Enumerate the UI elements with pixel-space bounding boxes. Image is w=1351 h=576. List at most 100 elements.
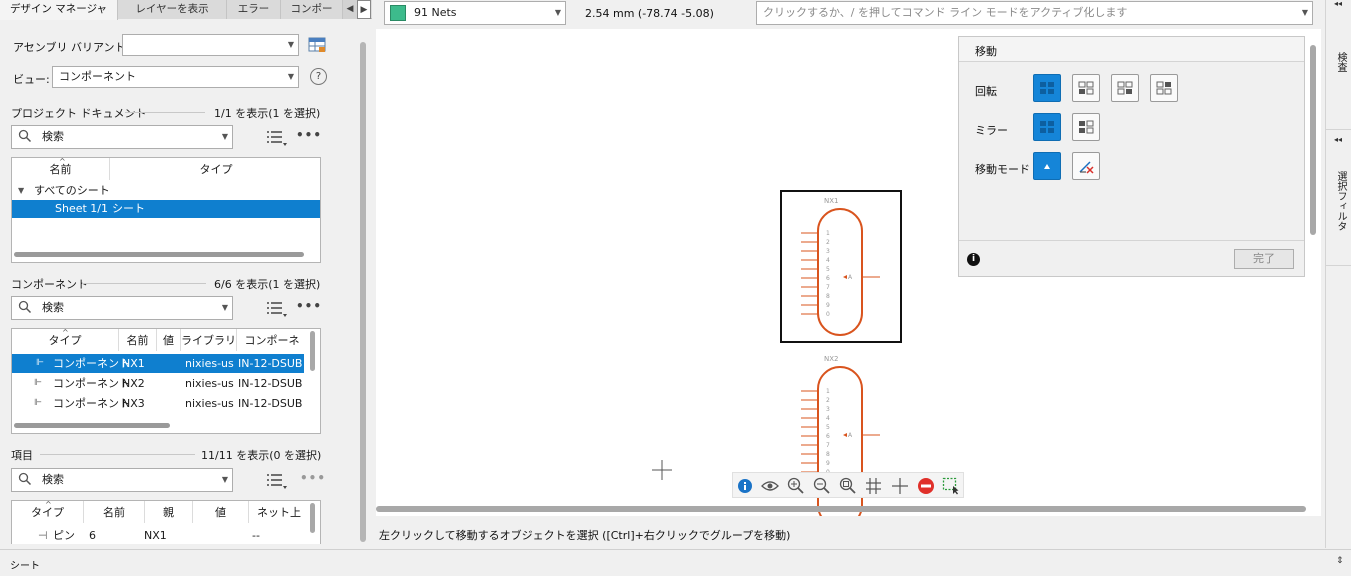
tab-errors[interactable]: エラー — [227, 0, 281, 19]
items-vscroll[interactable] — [310, 503, 315, 533]
info-icon[interactable] — [737, 478, 753, 494]
panel-divider — [959, 240, 1304, 241]
status-hint: 左クリックして移動するオブジェクトを選択 ([Ctrl]+右クリックでグループを… — [379, 529, 791, 542]
component-row[interactable]: ⊩ コンポーネント NX2 nixies-us IN-12-DSUB — [12, 374, 304, 393]
zoom-in-icon[interactable] — [787, 477, 805, 495]
bottom-tab-sheet[interactable]: シート — [10, 557, 40, 572]
tab-scroll-left-icon[interactable]: ◀ — [343, 0, 357, 19]
canvas-hscroll[interactable] — [376, 506, 1306, 512]
grid-icon[interactable] — [865, 477, 883, 495]
column-header-parent[interactable]: 親 — [145, 501, 193, 523]
nixie-tube-symbol[interactable]: 1 2 3 4 5 6 7 8 9 0 A — [796, 207, 886, 339]
canvas-vscroll[interactable] — [1310, 45, 1316, 235]
chevron-down-icon: ▼ — [287, 72, 294, 81]
move-mode-label: 移動モード — [975, 163, 1030, 176]
view-select[interactable]: コンポーネント ▼ — [52, 66, 299, 88]
tab-design-manager[interactable]: デザイン マネージャ — [0, 0, 118, 20]
column-header-value[interactable]: 値 — [157, 329, 181, 351]
move-panel-header — [959, 37, 1304, 62]
components-table: タイプ ^ 名前 値 ライブラリ コンポーネ ⊩ コンポーネント NX1 nix… — [11, 328, 321, 434]
sheet-row[interactable]: Sheet 1/1 シート — [12, 200, 320, 218]
tab-components[interactable]: コンポー — [281, 0, 343, 19]
components-hscroll[interactable] — [14, 423, 170, 428]
more-options-icon[interactable]: ••• — [296, 127, 322, 143]
mirror-label: ミラー — [975, 124, 1008, 137]
svg-text:3: 3 — [826, 248, 830, 255]
part-reference: NX2 — [824, 355, 839, 363]
column-header-type[interactable]: タイプ — [110, 158, 320, 180]
column-header-name[interactable]: 名前 — [119, 329, 157, 351]
more-options-icon[interactable]: ••• — [300, 470, 326, 486]
components-search[interactable]: 検索 ▼ — [11, 296, 233, 320]
column-header-name[interactable]: 名前 — [84, 501, 145, 523]
items-search[interactable]: 検索 ▼ — [11, 468, 233, 492]
list-view-icon[interactable] — [266, 472, 288, 494]
item-row[interactable]: ⊣ ピン 6 NX1 -- — [12, 526, 304, 544]
svg-text:5: 5 — [826, 424, 830, 431]
chevron-down-icon: ▼ — [221, 132, 228, 141]
tree-collapse-icon[interactable]: ▼ — [18, 183, 24, 199]
list-view-icon[interactable] — [266, 129, 288, 151]
tree-root-row[interactable]: ▼ すべてのシート — [12, 183, 320, 199]
assembly-variant-label: アセンブリ バリアント: — [13, 41, 130, 54]
section-divider — [82, 283, 206, 284]
tab-scroll-right-icon[interactable]: ▶ — [357, 0, 371, 19]
column-header-library[interactable]: ライブラリ — [181, 329, 237, 351]
move-mode-detach-button[interactable] — [1072, 152, 1100, 180]
list-view-icon[interactable] — [266, 300, 288, 322]
inspect-dock-tab[interactable]: ◂◂ 検査 — [1326, 0, 1351, 130]
component-type-icon: ⊩ — [34, 378, 42, 388]
net-class-select[interactable]: 91 Nets ▼ — [384, 1, 566, 25]
collapse-left-icon[interactable]: ◂◂ — [1334, 135, 1342, 144]
left-panel-scrollbar[interactable] — [360, 42, 366, 542]
column-header-net[interactable]: ネット上 — [249, 501, 309, 523]
svg-text:1: 1 — [826, 230, 830, 237]
command-line-input[interactable]: クリックするか、/ を押してコマンド ライン モードをアクティブ化します ▼ — [756, 1, 1313, 25]
chevron-down-icon: ▼ — [287, 40, 294, 49]
rotate-90-button[interactable] — [1072, 74, 1100, 102]
info-icon[interactable]: i — [967, 253, 980, 266]
rotate-label: 回転 — [975, 85, 997, 98]
done-button[interactable]: 完了 — [1234, 249, 1294, 269]
project-docs-hscroll[interactable] — [14, 252, 304, 257]
variant-table-icon[interactable] — [308, 37, 326, 57]
svg-text:8: 8 — [826, 293, 830, 300]
tab-layer-view[interactable]: レイヤーを表示 — [118, 0, 227, 19]
more-options-icon[interactable]: ••• — [296, 298, 322, 314]
items-title: 項目 — [11, 449, 33, 462]
svg-text:4: 4 — [826, 415, 830, 422]
collapse-left-icon[interactable]: ◂◂ — [1334, 0, 1342, 8]
select-area-icon[interactable] — [942, 477, 960, 495]
stop-icon[interactable] — [917, 477, 935, 495]
mirror-none-button[interactable] — [1033, 113, 1061, 141]
zoom-out-icon[interactable] — [813, 477, 831, 495]
components-title: コンポーネント — [11, 278, 88, 291]
component-row[interactable]: ⊩ コンポーネント NX1 nixies-us IN-12-DSUB — [12, 354, 304, 373]
svg-text:2: 2 — [826, 397, 830, 404]
move-mode-drag-button[interactable] — [1033, 152, 1061, 180]
rotate-0-button[interactable] — [1033, 74, 1061, 102]
items-table: タイプ ^ 名前 親 値 ネット上 ⊣ ピン 6 NX1 -- — [11, 500, 321, 544]
assembly-variant-select[interactable]: ▼ — [122, 34, 299, 56]
svg-text:2: 2 — [826, 239, 830, 246]
help-icon[interactable]: ? — [310, 68, 327, 85]
crosshair-icon[interactable] — [891, 477, 909, 495]
svg-text:5: 5 — [826, 266, 830, 273]
column-header-value[interactable]: 値 — [193, 501, 249, 523]
items-count: 11/11 を表示(0 を選択) — [201, 449, 322, 462]
selection-filter-dock-tab[interactable]: ◂◂ 選択フィルタ — [1326, 131, 1351, 266]
eye-icon[interactable] — [761, 478, 779, 494]
expand-updown-icon[interactable]: ⇕ — [1336, 556, 1344, 566]
column-header-component[interactable]: コンポーネ — [237, 329, 307, 351]
mirror-horizontal-button[interactable] — [1072, 113, 1100, 141]
rotate-180-button[interactable] — [1111, 74, 1139, 102]
components-vscroll[interactable] — [310, 331, 315, 371]
project-docs-search[interactable]: 検索 ▼ — [11, 125, 233, 149]
component-row[interactable]: ⊩ コンポーネント NX3 nixies-us IN-12-DSUB — [12, 394, 304, 413]
right-dock-strip: ◂◂ 検査 ◂◂ 選択フィルタ — [1325, 0, 1351, 548]
sort-ascending-icon: ^ — [45, 500, 52, 509]
svg-text:7: 7 — [826, 284, 830, 291]
panel-tab-bar: デザイン マネージャ レイヤーを表示 エラー コンポー ◀ ▶ — [0, 0, 372, 20]
rotate-270-button[interactable] — [1150, 74, 1178, 102]
zoom-fit-icon[interactable] — [839, 477, 857, 495]
